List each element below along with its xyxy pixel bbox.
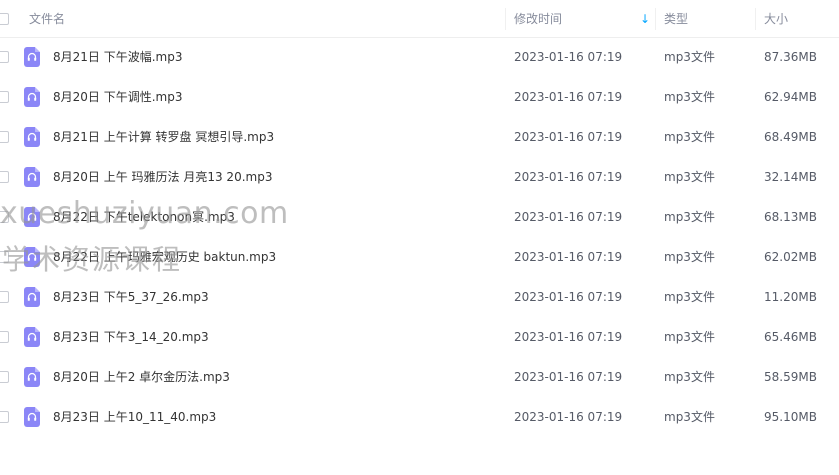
- file-name[interactable]: 8月22日 上午玛雅宏观历史 baktun.mp3: [53, 250, 276, 264]
- file-size: 32.14MB: [764, 170, 817, 184]
- file-name[interactable]: 8月20日 下午调性.mp3: [53, 90, 182, 104]
- file-type: mp3文件: [664, 90, 715, 104]
- file-row[interactable]: 8月20日 下午调性.mp3 2023-01-16 07:19 mp3文件 62.94…: [0, 77, 839, 117]
- headphones-glyph-icon: [27, 172, 37, 181]
- file-modified-time: 2023-01-16 07:19: [514, 210, 623, 224]
- column-header-size[interactable]: 大小: [764, 12, 788, 26]
- list-header: 文件名 修改时间 ↓ 类型 大小: [0, 0, 839, 38]
- file-row[interactable]: 8月22日 上午玛雅宏观历史 baktun.mp3 2023-01-16 07:1…: [0, 237, 839, 277]
- file-row[interactable]: 8月21日 上午计算 转罗盘 冥想引导.mp3 2023-01-16 07:19 m…: [0, 117, 839, 157]
- headphones-glyph-icon: [27, 52, 37, 61]
- file-row[interactable]: 8月23日 下午3_14_20.mp3 2023-01-16 07:19 mp3文件…: [0, 317, 839, 357]
- row-checkbox[interactable]: [0, 411, 9, 423]
- file-type: mp3文件: [664, 290, 715, 304]
- file-modified-time: 2023-01-16 07:19: [514, 250, 623, 264]
- row-checkbox[interactable]: [0, 331, 9, 343]
- row-checkbox[interactable]: [0, 291, 9, 303]
- headphones-glyph-icon: [27, 372, 37, 381]
- column-divider[interactable]: [755, 8, 756, 30]
- audio-headphones-icon: [24, 367, 40, 387]
- file-size: 58.59MB: [764, 370, 817, 384]
- audio-headphones-icon: [24, 247, 40, 267]
- file-row[interactable]: 8月22日 下午telektonon冥.mp3 2023-01-16 07:19 m…: [0, 197, 839, 237]
- select-all-checkbox[interactable]: [0, 13, 9, 25]
- file-modified-time: 2023-01-16 07:19: [514, 330, 623, 344]
- column-header-type[interactable]: 类型: [664, 12, 688, 26]
- audio-headphones-icon: [24, 87, 40, 107]
- headphones-glyph-icon: [27, 412, 37, 421]
- file-name[interactable]: 8月23日 下午5_37_26.mp3: [53, 290, 209, 304]
- row-checkbox[interactable]: [0, 371, 9, 383]
- file-size: 68.13MB: [764, 210, 817, 224]
- file-name[interactable]: 8月23日 下午3_14_20.mp3: [53, 330, 209, 344]
- column-header-modified[interactable]: 修改时间: [514, 12, 562, 26]
- file-modified-time: 2023-01-16 07:19: [514, 170, 623, 184]
- file-type: mp3文件: [664, 170, 715, 184]
- file-type: mp3文件: [664, 370, 715, 384]
- file-row[interactable]: 8月23日 下午5_37_26.mp3 2023-01-16 07:19 mp3文件…: [0, 277, 839, 317]
- file-size: 11.20MB: [764, 290, 817, 304]
- audio-headphones-icon: [24, 127, 40, 147]
- row-checkbox[interactable]: [0, 251, 9, 263]
- file-size: 62.94MB: [764, 90, 817, 104]
- file-modified-time: 2023-01-16 07:19: [514, 410, 623, 424]
- file-name[interactable]: 8月20日 上午2 卓尔金历法.mp3: [53, 370, 230, 384]
- row-checkbox[interactable]: [0, 91, 9, 103]
- headphones-glyph-icon: [27, 212, 37, 221]
- file-modified-time: 2023-01-16 07:19: [514, 130, 623, 144]
- headphones-glyph-icon: [27, 332, 37, 341]
- column-header-name[interactable]: 文件名: [29, 12, 65, 26]
- sort-descending-icon[interactable]: ↓: [640, 12, 650, 26]
- file-size: 65.46MB: [764, 330, 817, 344]
- file-type: mp3文件: [664, 50, 715, 64]
- file-type: mp3文件: [664, 250, 715, 264]
- file-modified-time: 2023-01-16 07:19: [514, 290, 623, 304]
- column-divider[interactable]: [655, 8, 656, 30]
- file-type: mp3文件: [664, 410, 715, 424]
- file-type: mp3文件: [664, 330, 715, 344]
- file-size: 62.02MB: [764, 250, 817, 264]
- headphones-glyph-icon: [27, 92, 37, 101]
- audio-headphones-icon: [24, 327, 40, 347]
- file-type: mp3文件: [664, 210, 715, 224]
- file-name[interactable]: 8月21日 下午波幅.mp3: [53, 50, 182, 64]
- headphones-glyph-icon: [27, 292, 37, 301]
- file-row[interactable]: 8月20日 上午 玛雅历法 月亮13 20.mp3 2023-01-16 07:1…: [0, 157, 839, 197]
- audio-headphones-icon: [24, 47, 40, 67]
- file-modified-time: 2023-01-16 07:19: [514, 50, 623, 64]
- audio-headphones-icon: [24, 287, 40, 307]
- file-name[interactable]: 8月21日 上午计算 转罗盘 冥想引导.mp3: [53, 130, 274, 144]
- file-row[interactable]: 8月21日 下午波幅.mp3 2023-01-16 07:19 mp3文件 87.36…: [0, 37, 839, 77]
- row-checkbox[interactable]: [0, 171, 9, 183]
- row-checkbox[interactable]: [0, 131, 9, 143]
- column-divider[interactable]: [505, 8, 506, 30]
- file-size: 87.36MB: [764, 50, 817, 64]
- file-list: 文件名 修改时间 ↓ 类型 大小 8月21日 下午波幅.mp3 2023-01-1…: [0, 0, 839, 475]
- file-name[interactable]: 8月23日 上午10_11_40.mp3: [53, 410, 216, 424]
- file-size: 68.49MB: [764, 130, 817, 144]
- headphones-glyph-icon: [27, 252, 37, 261]
- file-modified-time: 2023-01-16 07:19: [514, 90, 623, 104]
- file-row[interactable]: 8月20日 上午2 卓尔金历法.mp3 2023-01-16 07:19 mp3文件…: [0, 357, 839, 397]
- row-checkbox[interactable]: [0, 211, 9, 223]
- file-type: mp3文件: [664, 130, 715, 144]
- file-name[interactable]: 8月20日 上午 玛雅历法 月亮13 20.mp3: [53, 170, 272, 184]
- audio-headphones-icon: [24, 207, 40, 227]
- headphones-glyph-icon: [27, 132, 37, 141]
- audio-headphones-icon: [24, 167, 40, 187]
- file-modified-time: 2023-01-16 07:19: [514, 370, 623, 384]
- file-name[interactable]: 8月22日 下午telektonon冥.mp3: [53, 210, 235, 224]
- audio-headphones-icon: [24, 407, 40, 427]
- file-size: 95.10MB: [764, 410, 817, 424]
- row-checkbox[interactable]: [0, 51, 9, 63]
- file-row[interactable]: 8月23日 上午10_11_40.mp3 2023-01-16 07:19 mp3文…: [0, 397, 839, 437]
